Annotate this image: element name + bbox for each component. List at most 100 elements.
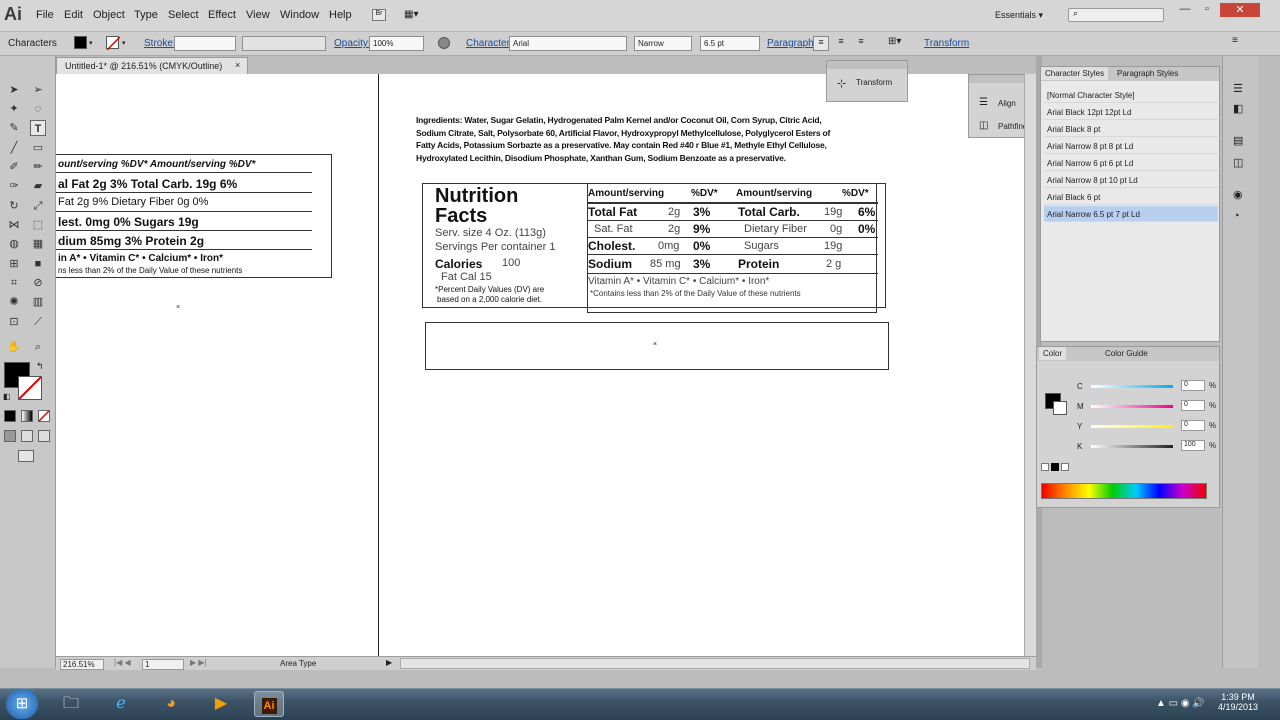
style-item[interactable]: Arial Narrow 8 pt 10 pt Ld [1044, 172, 1218, 188]
menu-type[interactable]: Type [134, 9, 158, 21]
panel-grip[interactable] [827, 61, 907, 69]
width-tool-icon[interactable]: ⋈ [6, 217, 22, 233]
black-swatch[interactable] [1051, 463, 1059, 471]
page-nav-icon[interactable]: ▶ ▶| [190, 658, 207, 667]
minimize-button[interactable]: — [1174, 3, 1196, 17]
free-transform-tool-icon[interactable]: ⬚ [30, 217, 46, 233]
pencil-tool-icon[interactable]: ✏ [30, 159, 46, 175]
close-button[interactable]: ✕ [1220, 3, 1260, 17]
gradient-mode-icon[interactable] [21, 410, 33, 422]
panel-menu-icon[interactable]: ≡ [1232, 35, 1238, 46]
menu-object[interactable]: Object [93, 9, 125, 21]
eraser-tool-icon[interactable]: ▰ [30, 178, 46, 194]
canvas[interactable]: ount/serving %DV* Amount/serving %DV* al… [56, 60, 1038, 656]
stroke-weight-field[interactable] [174, 36, 236, 51]
stroke-label[interactable]: Stroke: [144, 38, 176, 49]
arrange-documents-icon[interactable]: ▦▾ [404, 9, 426, 21]
menu-help[interactable]: Help [329, 9, 352, 21]
align-to-icon[interactable]: ⊞▾ [888, 36, 906, 51]
draw-normal-icon[interactable] [4, 430, 16, 442]
illustrator-taskbar-icon[interactable]: Ai [254, 691, 284, 717]
artboard-tool-icon[interactable]: ⊡ [6, 314, 22, 330]
page-nav-icon[interactable]: |◀ ◀ [114, 658, 131, 667]
white-swatch[interactable] [1061, 463, 1069, 471]
style-item[interactable]: Arial Narrow 8 pt 8 pt Ld [1044, 138, 1218, 154]
color-spectrum[interactable] [1041, 483, 1207, 499]
swap-colors-icon[interactable]: ↰ [36, 361, 44, 372]
opacity-label[interactable]: Opacity: [334, 38, 371, 49]
stroke-swatch[interactable] [106, 36, 120, 50]
panel-icon[interactable]: ☰ [1233, 82, 1243, 95]
shape-builder-tool-icon[interactable]: ◍ [6, 236, 22, 252]
perspective-grid-tool-icon[interactable]: ▦ [30, 236, 46, 252]
maximize-button[interactable]: ▫ [1196, 3, 1218, 17]
lasso-tool-icon[interactable]: ◌ [30, 101, 46, 117]
start-button[interactable]: ⊞ [6, 689, 38, 719]
explorer-icon[interactable]: 🗀 [56, 691, 86, 717]
menu-file[interactable]: File [36, 9, 54, 21]
scale-tool-icon[interactable]: ⤢ [30, 198, 46, 214]
gradient-tool-icon[interactable]: ■ [30, 256, 46, 272]
recolor-icon[interactable] [438, 37, 450, 49]
black-field[interactable]: 100 [1181, 440, 1205, 451]
style-item-selected[interactable]: Arial Narrow 6.5 pt 7 pt Ld [1044, 206, 1218, 222]
none-mode-icon[interactable] [38, 410, 50, 422]
rotate-tool-icon[interactable]: ↻ [6, 198, 22, 214]
black-slider[interactable] [1091, 445, 1173, 448]
style-item[interactable]: [Normal Character Style] [1044, 87, 1218, 103]
align-panel-button[interactable]: Align [998, 99, 1016, 108]
ingredients-block[interactable]: Ingredients: Water, Sugar Gelatin, Hydro… [416, 114, 881, 164]
graph-tool-icon[interactable]: ▥ [30, 294, 46, 310]
default-colors-icon[interactable]: ◧ [3, 392, 11, 401]
draw-inside-icon[interactable] [38, 430, 50, 442]
opacity-field[interactable]: 100% [369, 36, 424, 51]
empty-text-frame[interactable]: × [425, 322, 889, 370]
style-item[interactable]: Arial Black 12pt 12pt Ld [1044, 104, 1218, 120]
cyan-slider[interactable] [1091, 385, 1173, 388]
vertical-scrollbar[interactable] [1024, 74, 1036, 656]
font-family-field[interactable]: Arial [509, 36, 627, 51]
close-tab-icon[interactable]: × [235, 60, 240, 70]
menu-effect[interactable]: Effect [208, 9, 236, 21]
menu-view[interactable]: View [246, 9, 270, 21]
panel-icon[interactable]: ◔ [1233, 210, 1240, 222]
eyedropper-tool-icon[interactable]: ⌗ [6, 275, 22, 291]
status-menu-icon[interactable]: ▶ [386, 658, 392, 667]
pathfinder-icon[interactable]: ◫ [979, 120, 988, 131]
character-label[interactable]: Character: [466, 38, 513, 49]
bridge-icon[interactable]: Br [372, 9, 386, 21]
align-right-icon[interactable]: ≡ [853, 36, 869, 51]
search-help-input[interactable]: ⌕ [1068, 8, 1164, 22]
chevron-down-icon[interactable]: ▾ [122, 39, 126, 47]
zoom-field[interactable]: 216.51% [60, 659, 104, 670]
zoom-tool-icon[interactable]: ⌕ [30, 339, 46, 355]
selection-tool-icon[interactable]: ➤ [6, 82, 22, 98]
font-style-field[interactable]: Narrow [634, 36, 692, 51]
mesh-tool-icon[interactable]: ⊞ [6, 256, 22, 272]
style-item[interactable]: Arial Black 6 pt [1044, 189, 1218, 205]
tab-color[interactable]: Color [1039, 347, 1067, 360]
stroke-color-box[interactable] [18, 376, 42, 400]
document-tab[interactable]: Untitled-1* @ 216.51% (CMYK/Outline) × [56, 57, 248, 74]
tab-character-styles[interactable]: Character Styles [1041, 67, 1109, 80]
menu-edit[interactable]: Edit [64, 9, 83, 21]
magenta-slider[interactable] [1091, 405, 1173, 408]
style-item[interactable]: Arial Narrow 6 pt 6 pt Ld [1044, 155, 1218, 171]
pen-tool-icon[interactable]: ✎ [6, 120, 22, 136]
align-left-icon[interactable]: ≡ [813, 36, 829, 51]
variable-width-field[interactable] [242, 36, 326, 51]
chevron-down-icon[interactable]: ▾ [89, 39, 93, 47]
cyan-field[interactable]: 0 [1181, 380, 1205, 391]
horizontal-scrollbar[interactable] [400, 658, 1030, 669]
direct-selection-tool-icon[interactable]: ➢ [30, 82, 46, 98]
transform-link[interactable]: Transform [924, 38, 969, 49]
menu-select[interactable]: Select [168, 9, 199, 21]
fill-swatch[interactable] [74, 36, 87, 49]
tray-icons[interactable]: ▲ ▭ ◉ 🔊 [1156, 698, 1205, 709]
panel-icon[interactable]: ◫ [1233, 156, 1243, 169]
transform-panel-button[interactable]: Transform [856, 78, 892, 87]
yellow-slider[interactable] [1091, 425, 1173, 428]
none-swatch[interactable] [1041, 463, 1049, 471]
clock[interactable]: 1:39 PM 4/19/2013 [1218, 692, 1258, 712]
workspace-switcher[interactable]: Essentials ▾ [995, 10, 1043, 21]
